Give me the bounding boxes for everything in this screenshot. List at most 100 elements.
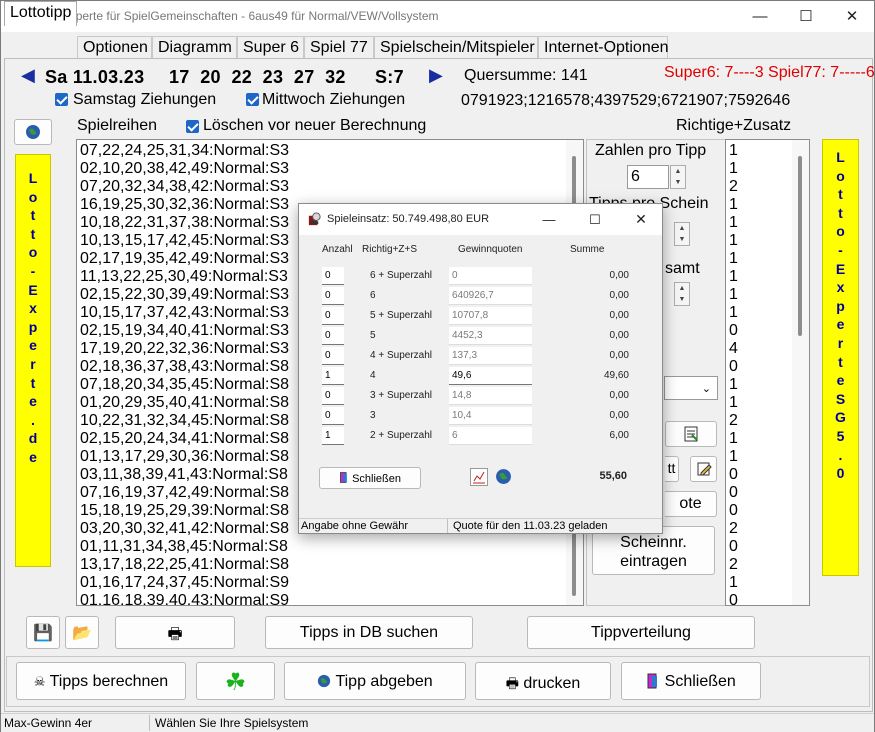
wednesday-label: Mittwoch Ziehungen [262, 91, 406, 108]
summe-value: 0,00 [609, 310, 629, 321]
zahlen-spinner[interactable]: ▲ ▼ [670, 165, 686, 189]
saturday-label: Samstag Ziehungen [73, 91, 217, 108]
next-draw-arrow[interactable]: ▶ [429, 65, 443, 86]
tab-lottotipp[interactable]: Lottotipp [4, 1, 77, 26]
anzahl-input[interactable]: 0 [322, 267, 344, 285]
spielreihe-row[interactable]: 01,16,18,39,40,43:Normal:S9 [77, 592, 583, 605]
quote-field[interactable]: 0 [449, 267, 532, 285]
quote-field[interactable]: 10,4 [449, 407, 532, 425]
clover-icon: ☘ [224, 669, 247, 696]
wednesday-checkbox[interactable] [246, 93, 259, 106]
minimize-button[interactable]: — [737, 1, 783, 32]
save-button[interactable]: 💾 [26, 616, 60, 649]
printer-icon: 🖶 [505, 675, 519, 691]
globe-button[interactable] [14, 119, 52, 145]
quote-button[interactable]: ote [665, 491, 717, 517]
drucken-button[interactable]: 🖶 drucken [475, 662, 611, 700]
quote-field[interactable]: 4452,3 [449, 327, 532, 345]
anzahl-input[interactable]: 0 [322, 387, 344, 405]
dialog-minimize-button[interactable]: — [527, 204, 571, 235]
dialog-close-btn[interactable]: Schließen [319, 467, 421, 489]
richtige-label: 3 [370, 410, 376, 421]
dialog-close-button[interactable]: ✕ [619, 204, 663, 235]
anzahl-input[interactable]: 0 [322, 407, 344, 425]
quote-field[interactable]: 6 [449, 427, 532, 445]
anzahl-input[interactable]: 0 [322, 347, 344, 365]
summe-value: 0,00 [609, 290, 629, 301]
anzahl-input[interactable]: 1 [322, 367, 344, 385]
partial-button[interactable]: tt [665, 456, 679, 482]
dropdown-select[interactable]: ⌄ [664, 376, 718, 400]
summe-value: 0,00 [609, 390, 629, 401]
tipp-abgeben-button[interactable]: Tipp abgeben [284, 662, 466, 700]
anzahl-input[interactable]: 0 [322, 327, 344, 345]
export-button[interactable] [665, 421, 717, 447]
close-button[interactable]: ✕ [829, 1, 875, 32]
richtige-label: 5 + Superzahl [370, 310, 432, 321]
print-list-button[interactable]: 🖶 [115, 616, 235, 649]
maximize-button[interactable]: ☐ [783, 1, 829, 32]
col-quote: Gewinnquoten [458, 244, 523, 255]
summe-value: 0,00 [609, 330, 629, 341]
spielreihe-row[interactable]: 01,16,17,24,37,45:Normal:S9 [77, 574, 583, 592]
spielreihe-row[interactable]: 07,22,24,25,31,34:Normal:S3 [77, 142, 583, 160]
quote-field[interactable]: 137,3 [449, 347, 532, 365]
quote-field[interactable]: 10707,8 [449, 307, 532, 325]
col-richtige: Richtig+Z+S [362, 244, 418, 255]
richtige-label: 6 [370, 290, 376, 301]
tab-super6[interactable]: Super 6 [237, 36, 304, 58]
spielreihe-row[interactable]: 02,10,20,38,42,49:Normal:S3 [77, 160, 583, 178]
summe-value: 0,00 [609, 410, 629, 421]
clover-button[interactable]: ☘ [196, 662, 275, 700]
anzahl-input[interactable]: 1 [322, 427, 344, 445]
tab-optionen[interactable]: Optionen [77, 36, 152, 58]
dialog-status-right: Quote für den 11.03.23 geladen [453, 520, 608, 532]
tipps-berechnen-button[interactable]: ☠ Tipps berechnen [16, 662, 186, 700]
summe-value: 49,60 [603, 370, 629, 381]
prev-draw-arrow[interactable]: ◀ [21, 65, 35, 86]
tab-spielschein[interactable]: Spielschein/Mitspieler [374, 36, 538, 58]
richtige-scrollbar[interactable] [792, 140, 809, 605]
anzahl-input[interactable]: 0 [322, 307, 344, 325]
gesamt-spinner[interactable]: ▲ ▼ [674, 282, 690, 306]
dialog-status-bar: Angabe ohne Gewähr Quote für den 11.03.2… [299, 518, 662, 533]
zahlen-pro-tipp-input[interactable]: 6 [627, 165, 669, 189]
tipps-spinner[interactable]: ▲ ▼ [674, 222, 690, 246]
zahlen-pro-tipp-label: Zahlen pro Tipp [595, 142, 707, 159]
spielreihe-row[interactable]: 01,11,31,34,38,45:Normal:S8 [77, 538, 583, 556]
open-folder-icon: 📂 [72, 625, 92, 642]
spielreihe-row[interactable]: 07,20,32,34,38,42:Normal:S3 [77, 178, 583, 196]
richtige-label: 2 + Superzahl [370, 430, 432, 441]
schliessen-button[interactable]: Schließen [621, 662, 761, 700]
quote-field[interactable]: 14,8 [449, 387, 532, 405]
col-summe: Summe [570, 244, 605, 255]
globe-icon [318, 674, 331, 688]
dialog-maximize-button[interactable]: ☐ [573, 204, 617, 235]
clear-checkbox[interactable] [186, 120, 199, 133]
summe-value: 0,00 [609, 350, 629, 361]
search-db-button[interactable]: Tipps in DB suchen [265, 616, 473, 649]
clear-label: Löschen vor neuer Berechnung [203, 117, 427, 134]
status-left: Max-Gewinn 4er [4, 716, 93, 730]
tab-diagramm[interactable]: Diagramm [152, 36, 237, 58]
richtige-list[interactable]: 11211111110401121100020210 [725, 139, 810, 606]
summe-value: 6,00 [609, 430, 629, 441]
saturday-checkbox[interactable] [55, 93, 68, 106]
chart-icon[interactable] [470, 468, 488, 486]
tippverteilung-button[interactable]: Tippverteilung [527, 616, 755, 649]
globe-icon[interactable] [495, 468, 512, 485]
open-button[interactable]: 📂 [65, 616, 99, 649]
drucken-label: drucken [523, 675, 581, 692]
richtige-label: 4 + Superzahl [370, 350, 432, 361]
richtige-label: 4 [370, 370, 376, 381]
quote-field[interactable]: 640926,7 [449, 287, 532, 305]
tab-internet-optionen[interactable]: Internet-Optionen [538, 36, 669, 58]
tipps-berechnen-label: Tipps berechnen [49, 673, 169, 690]
spielreihe-row[interactable]: 13,17,18,22,25,41:Normal:S8 [77, 556, 583, 574]
anzahl-input[interactable]: 0 [322, 287, 344, 305]
edit-button[interactable] [690, 456, 717, 482]
tab-spiel77[interactable]: Spiel 77 [304, 36, 374, 58]
draw-date: Sa 11.03.23 [45, 67, 145, 87]
quote-field[interactable]: 49,6 [449, 367, 532, 385]
title-bar: Lotto-Experte für SpielGemeinschaften - … [1, 1, 874, 32]
